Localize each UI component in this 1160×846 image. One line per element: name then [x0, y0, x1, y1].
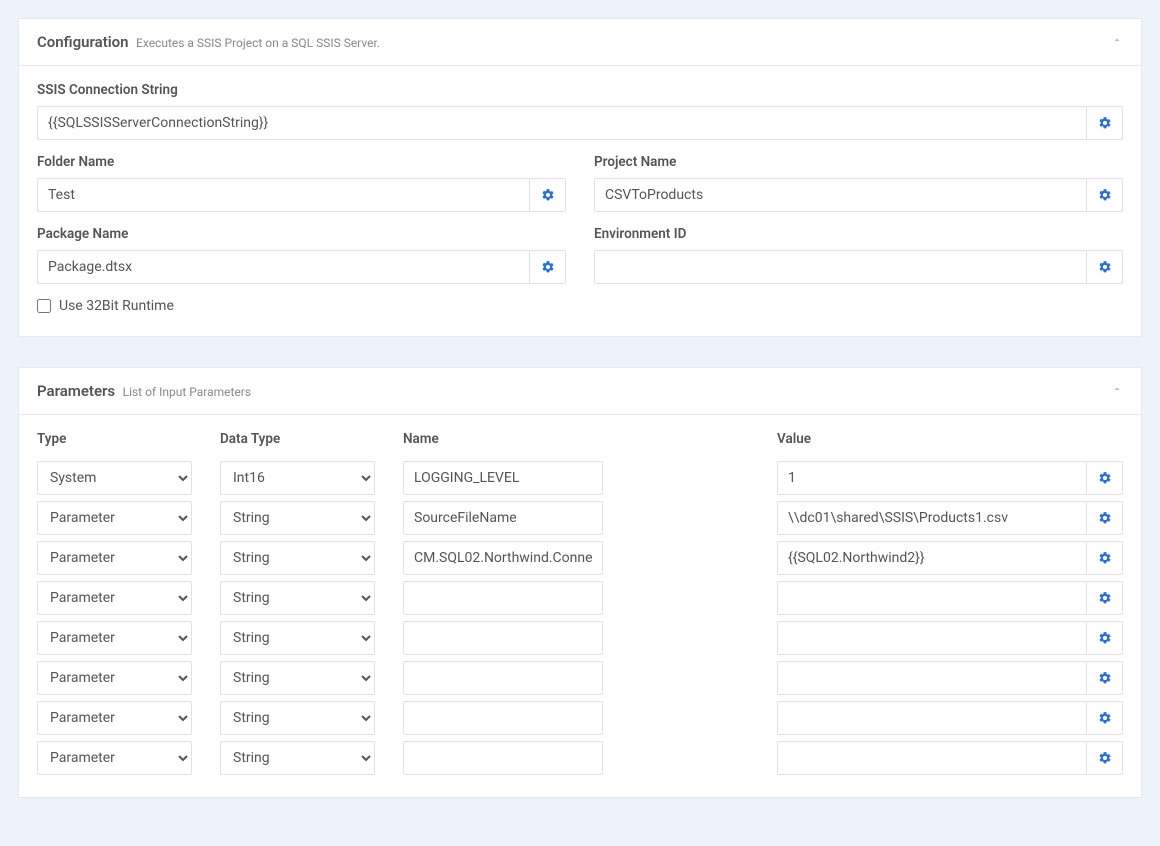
gear-icon	[1098, 260, 1112, 274]
param-datatype-select[interactable]: Int16String	[220, 461, 375, 495]
configuration-title: Configuration	[37, 33, 129, 51]
param-value-gear-button[interactable]	[1087, 661, 1123, 695]
param-value-input[interactable]	[777, 581, 1087, 615]
param-type-select[interactable]: SystemParameter	[37, 621, 192, 655]
folder-name-input[interactable]	[37, 178, 530, 212]
param-datatype-select[interactable]: Int16String	[220, 661, 375, 695]
param-type-select[interactable]: SystemParameter	[37, 541, 192, 575]
package-name-label: Package Name	[37, 226, 566, 242]
configuration-header: Configuration Executes a SSIS Project on…	[19, 19, 1141, 66]
param-name-input[interactable]	[403, 701, 603, 735]
gear-icon	[1098, 711, 1112, 725]
gear-icon	[1098, 471, 1112, 485]
gear-icon	[1098, 591, 1112, 605]
param-type-select[interactable]: SystemParameter	[37, 741, 192, 775]
parameters-title: Parameters	[37, 382, 115, 400]
parameters-panel: Parameters List of Input Parameters Type…	[18, 367, 1142, 798]
connection-string-label: SSIS Connection String	[37, 82, 1123, 98]
folder-name-label: Folder Name	[37, 154, 566, 170]
column-header-datatype: Data Type	[220, 431, 375, 447]
param-value-gear-button[interactable]	[1087, 501, 1123, 535]
param-value-input[interactable]	[777, 461, 1087, 495]
gear-icon	[1098, 511, 1112, 525]
project-name-label: Project Name	[594, 154, 1123, 170]
column-header-name: Name	[403, 431, 749, 447]
param-value-input[interactable]	[777, 541, 1087, 575]
project-name-input[interactable]	[594, 178, 1087, 212]
param-type-select[interactable]: SystemParameter	[37, 661, 192, 695]
configuration-panel: Configuration Executes a SSIS Project on…	[18, 18, 1142, 337]
column-header-value: Value	[777, 431, 1123, 447]
param-datatype-select[interactable]: Int16String	[220, 541, 375, 575]
param-value-input[interactable]	[777, 621, 1087, 655]
param-type-select[interactable]: SystemParameter	[37, 701, 192, 735]
param-name-input[interactable]	[403, 541, 603, 575]
parameters-body: Type Data Type Name Value SystemParamete…	[19, 415, 1141, 797]
gear-icon	[1098, 751, 1112, 765]
param-name-input[interactable]	[403, 461, 603, 495]
collapse-icon[interactable]	[1111, 34, 1123, 50]
param-value-gear-button[interactable]	[1087, 621, 1123, 655]
gear-icon	[541, 260, 555, 274]
folder-name-gear-button[interactable]	[530, 178, 566, 212]
parameters-grid: Type Data Type Name Value SystemParamete…	[37, 431, 1123, 775]
param-name-input[interactable]	[403, 661, 603, 695]
param-value-input[interactable]	[777, 501, 1087, 535]
project-name-gear-button[interactable]	[1087, 178, 1123, 212]
param-value-gear-button[interactable]	[1087, 701, 1123, 735]
connection-string-input[interactable]	[37, 106, 1087, 140]
use-32bit-label[interactable]: Use 32Bit Runtime	[59, 298, 174, 314]
gear-icon	[1098, 551, 1112, 565]
environment-id-label: Environment ID	[594, 226, 1123, 242]
package-name-gear-button[interactable]	[530, 250, 566, 284]
param-type-select[interactable]: SystemParameter	[37, 581, 192, 615]
use-32bit-checkbox[interactable]	[37, 299, 51, 313]
parameters-subtitle: List of Input Parameters	[123, 385, 251, 399]
param-name-input[interactable]	[403, 621, 603, 655]
param-value-gear-button[interactable]	[1087, 461, 1123, 495]
package-name-input[interactable]	[37, 250, 530, 284]
parameters-header: Parameters List of Input Parameters	[19, 368, 1141, 415]
param-datatype-select[interactable]: Int16String	[220, 741, 375, 775]
param-name-input[interactable]	[403, 581, 603, 615]
param-value-input[interactable]	[777, 661, 1087, 695]
column-header-type: Type	[37, 431, 192, 447]
environment-id-gear-button[interactable]	[1087, 250, 1123, 284]
configuration-subtitle: Executes a SSIS Project on a SQL SSIS Se…	[136, 36, 380, 50]
param-value-gear-button[interactable]	[1087, 741, 1123, 775]
gear-icon	[1098, 188, 1112, 202]
gear-icon	[1098, 631, 1112, 645]
param-name-input[interactable]	[403, 741, 603, 775]
environment-id-input[interactable]	[594, 250, 1087, 284]
param-datatype-select[interactable]: Int16String	[220, 581, 375, 615]
param-value-gear-button[interactable]	[1087, 541, 1123, 575]
param-datatype-select[interactable]: Int16String	[220, 621, 375, 655]
param-datatype-select[interactable]: Int16String	[220, 701, 375, 735]
connection-string-gear-button[interactable]	[1087, 106, 1123, 140]
param-datatype-select[interactable]: Int16String	[220, 501, 375, 535]
param-name-input[interactable]	[403, 501, 603, 535]
param-type-select[interactable]: SystemParameter	[37, 461, 192, 495]
collapse-icon[interactable]	[1111, 383, 1123, 399]
param-type-select[interactable]: SystemParameter	[37, 501, 192, 535]
gear-icon	[1098, 671, 1112, 685]
param-value-gear-button[interactable]	[1087, 581, 1123, 615]
gear-icon	[541, 188, 555, 202]
param-value-input[interactable]	[777, 741, 1087, 775]
gear-icon	[1098, 116, 1112, 130]
configuration-body: SSIS Connection String Folder Name Proje…	[19, 66, 1141, 336]
param-value-input[interactable]	[777, 701, 1087, 735]
